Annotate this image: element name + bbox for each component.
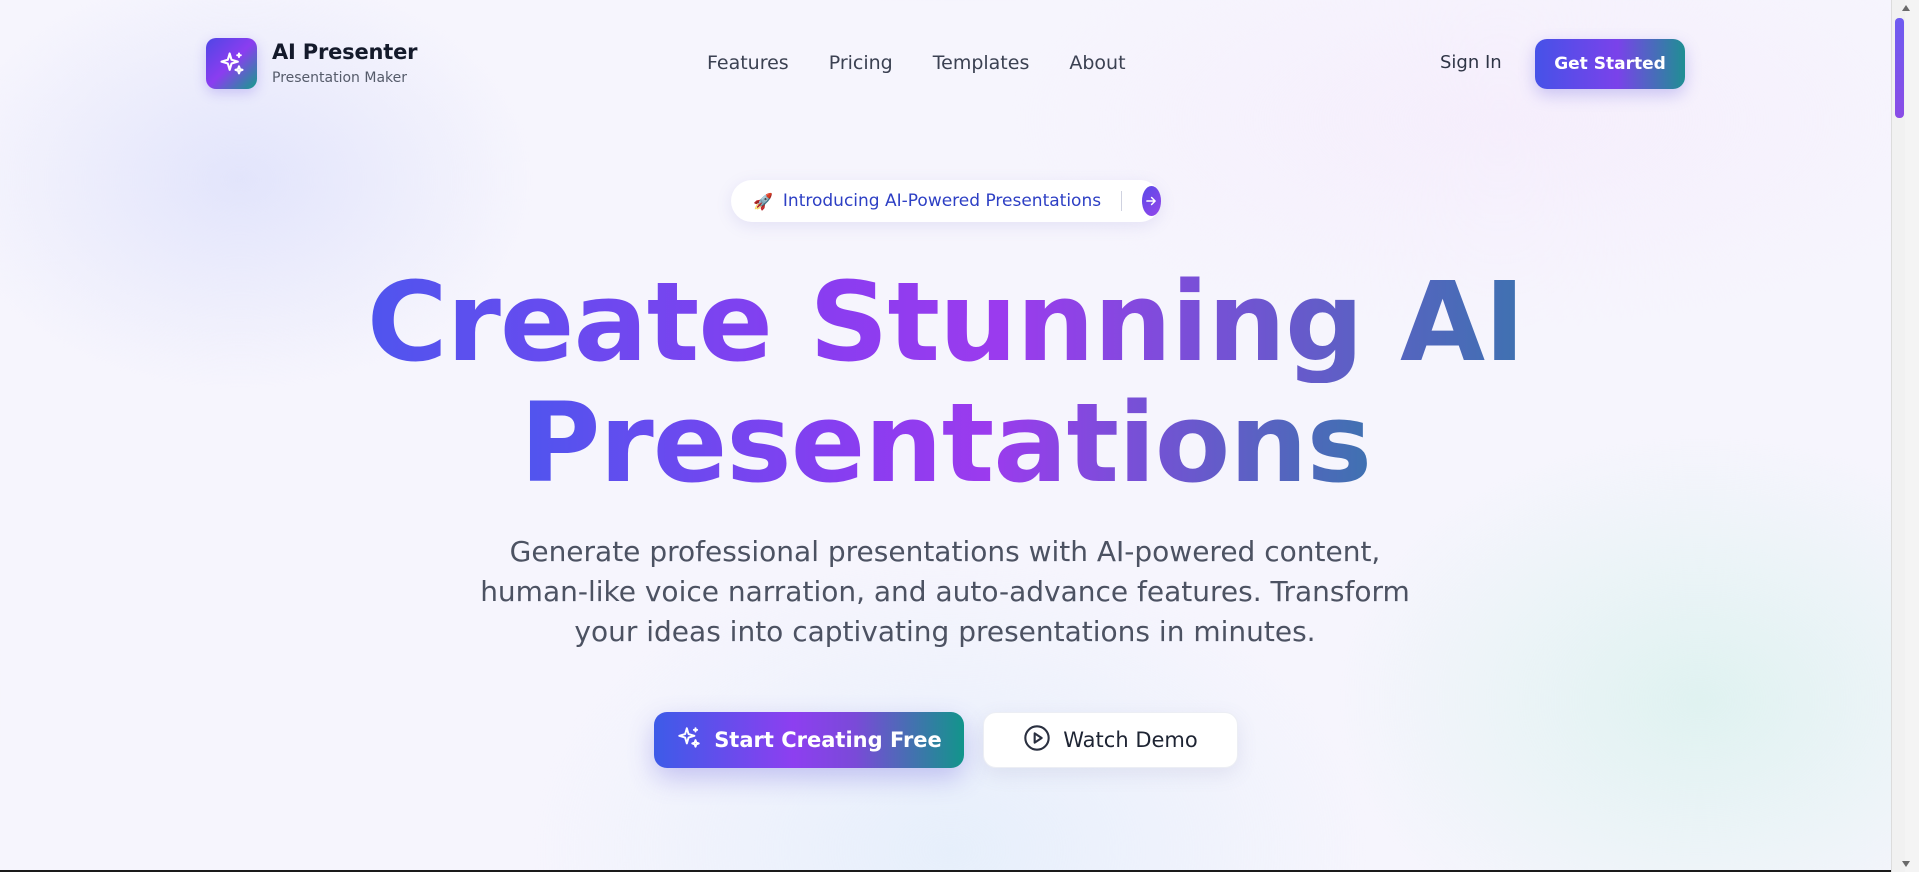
vertical-scrollbar[interactable] [1891, 0, 1919, 872]
watch-demo-label: Watch Demo [1063, 728, 1198, 752]
scrollbar-thumb[interactable] [1895, 18, 1904, 118]
watch-demo-button[interactable]: Watch Demo [983, 712, 1238, 768]
main-nav: Features Pricing Templates About [707, 52, 1126, 74]
get-started-button[interactable]: Get Started [1535, 39, 1685, 89]
site-header: AI Presenter Presentation Maker Features… [0, 0, 1891, 128]
brand[interactable]: AI Presenter Presentation Maker [206, 38, 418, 89]
brand-name: AI Presenter [272, 40, 418, 64]
nav-link-pricing[interactable]: Pricing [829, 52, 893, 74]
scrollbar-track [1905, 0, 1919, 872]
nav-link-templates[interactable]: Templates [933, 52, 1030, 74]
announcement-pill[interactable]: 🚀 Introducing AI-Powered Presentations [731, 180, 1161, 222]
start-creating-label: Start Creating Free [714, 728, 942, 752]
scroll-up-arrow-icon[interactable] [1892, 0, 1919, 16]
arrow-right-icon[interactable] [1141, 186, 1161, 216]
sparkles-icon [676, 725, 702, 756]
sparkles-icon [206, 38, 257, 89]
hero-headline-line2: Presentations [516, 383, 1375, 504]
brand-subtitle: Presentation Maker [272, 70, 408, 86]
hero-headline-line1: Create Stunning AI [363, 262, 1528, 383]
announcement-text: Introducing AI-Powered Presentations [782, 191, 1102, 211]
hero-headline: Create Stunning AI Presentations [0, 262, 1891, 504]
rocket-icon: 🚀 [753, 191, 773, 211]
page-viewport: AI Presenter Presentation Maker Features… [0, 0, 1891, 872]
nav-link-about[interactable]: About [1069, 52, 1125, 74]
brand-text: AI Presenter Presentation Maker [272, 40, 418, 86]
scroll-down-arrow-icon[interactable] [1892, 856, 1919, 872]
sign-in-link[interactable]: Sign In [1440, 52, 1502, 73]
start-creating-button[interactable]: Start Creating Free [654, 712, 964, 768]
hero-description: Generate professional presentations with… [480, 535, 1410, 648]
announcement-divider [1121, 191, 1122, 211]
nav-link-features[interactable]: Features [707, 52, 789, 74]
play-circle-icon [1023, 724, 1051, 757]
